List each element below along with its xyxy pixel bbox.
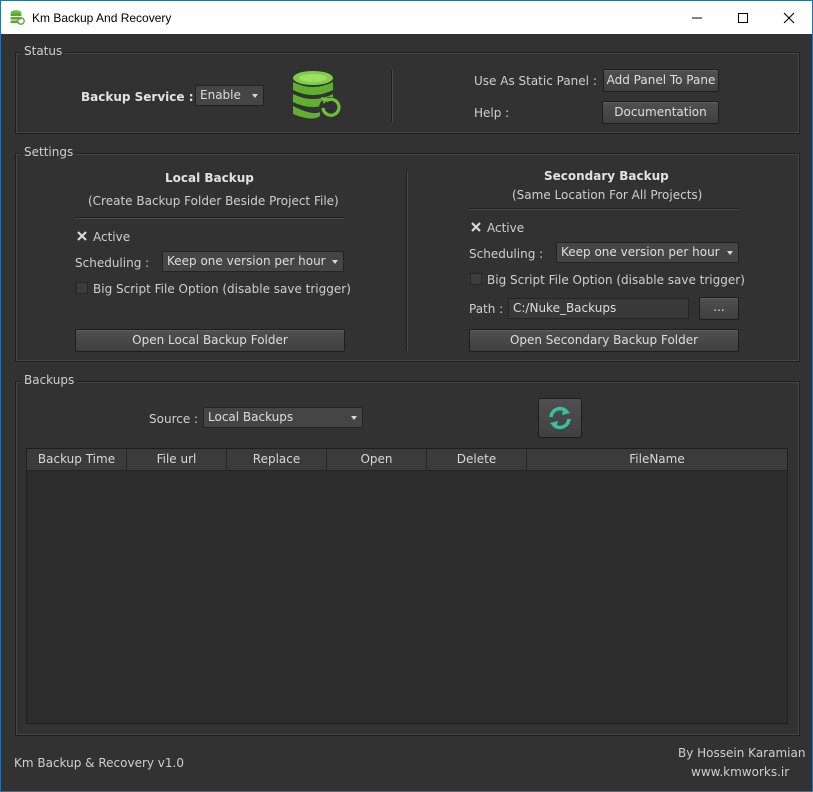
- local-active-checkbox[interactable]: [76, 230, 88, 242]
- secondary-scheduling-dropdown[interactable]: Keep one version per hour: [556, 242, 739, 263]
- secondary-scheduling-value: Keep one version per hour: [561, 245, 720, 259]
- app-icon: [10, 10, 25, 25]
- settings-group-title: Settings: [21, 145, 77, 159]
- backup-service-dropdown[interactable]: Enable: [195, 85, 264, 106]
- static-panel-label: Use As Static Panel :: [474, 74, 597, 88]
- refresh-button[interactable]: [538, 398, 582, 438]
- backup-service-label: Backup Service :: [81, 90, 194, 104]
- open-local-folder-button[interactable]: Open Local Backup Folder: [75, 329, 345, 352]
- local-big-script-checkbox[interactable]: [76, 282, 88, 294]
- secondary-active-label: Active: [487, 221, 525, 235]
- main-content: Status Backup Service : Enable Use As St…: [1, 34, 812, 791]
- refresh-icon: [549, 406, 571, 430]
- local-backup-subtitle: (Create Backup Folder Beside Project Fil…: [88, 194, 339, 208]
- secondary-big-script-label: Big Script File Option (disable save tri…: [487, 273, 745, 287]
- browse-button[interactable]: ...: [699, 297, 739, 320]
- table-header: Backup Time File url Replace Open Delete…: [27, 449, 787, 471]
- website-link[interactable]: www.kmworks.ir: [691, 765, 789, 779]
- add-panel-button[interactable]: Add Panel To Pane: [603, 69, 719, 92]
- path-label: Path :: [469, 302, 504, 316]
- documentation-button[interactable]: Documentation: [602, 101, 719, 124]
- chevron-down-icon: [351, 416, 357, 420]
- source-value: Local Backups: [208, 410, 294, 424]
- column-header-backup-time[interactable]: Backup Time: [27, 449, 127, 470]
- column-header-replace[interactable]: Replace: [227, 449, 327, 470]
- secondary-big-script-checkbox[interactable]: [470, 273, 482, 285]
- path-input[interactable]: C:/Nuke_Backups: [508, 298, 689, 319]
- close-icon: [783, 12, 795, 24]
- status-group-title: Status: [21, 44, 66, 58]
- chevron-down-icon: [252, 94, 258, 98]
- local-scheduling-dropdown[interactable]: Keep one version per hour: [162, 251, 344, 272]
- close-button[interactable]: [766, 1, 812, 34]
- database-restore-icon: [293, 71, 341, 119]
- local-scheduling-label: Scheduling :: [75, 256, 150, 270]
- column-header-delete[interactable]: Delete: [427, 449, 527, 470]
- local-scheduling-value: Keep one version per hour: [167, 254, 326, 268]
- open-secondary-folder-button[interactable]: Open Secondary Backup Folder: [469, 329, 739, 352]
- app-window: Km Backup And Recovery Status Backup Ser…: [0, 0, 813, 792]
- minimize-icon: [692, 17, 702, 19]
- secondary-scheduling-label: Scheduling :: [469, 247, 544, 261]
- maximize-icon: [738, 13, 748, 23]
- secondary-backup-title: Secondary Backup: [544, 169, 669, 183]
- backup-service-value: Enable: [200, 88, 241, 102]
- column-header-filename[interactable]: FileName: [527, 449, 787, 470]
- local-big-script-label: Big Script File Option (disable save tri…: [93, 282, 351, 296]
- secondary-active-checkbox[interactable]: [470, 221, 482, 233]
- window-title: Km Backup And Recovery: [32, 11, 172, 25]
- column-header-file-url[interactable]: File url: [127, 449, 227, 470]
- title-bar[interactable]: Km Backup And Recovery: [1, 1, 812, 34]
- status-divider: [391, 70, 393, 122]
- backups-group-title: Backups: [21, 373, 78, 387]
- column-header-open[interactable]: Open: [327, 449, 427, 470]
- backups-table[interactable]: Backup Time File url Replace Open Delete…: [26, 448, 788, 724]
- source-dropdown[interactable]: Local Backups: [203, 407, 363, 428]
- author-text: By Hossein Karamian: [678, 746, 806, 760]
- help-label: Help :: [474, 106, 510, 120]
- maximize-button[interactable]: [720, 1, 766, 34]
- chevron-down-icon: [727, 251, 733, 255]
- secondary-divider: [469, 208, 738, 210]
- source-label: Source :: [149, 412, 199, 426]
- minimize-button[interactable]: [674, 1, 720, 34]
- settings-divider: [406, 171, 408, 351]
- local-backup-title: Local Backup: [165, 171, 254, 185]
- chevron-down-icon: [332, 260, 338, 264]
- local-active-label: Active: [93, 230, 131, 244]
- secondary-backup-subtitle: (Same Location For All Projects): [512, 188, 703, 202]
- local-divider: [75, 217, 344, 219]
- version-text: Km Backup & Recovery v1.0: [14, 756, 184, 770]
